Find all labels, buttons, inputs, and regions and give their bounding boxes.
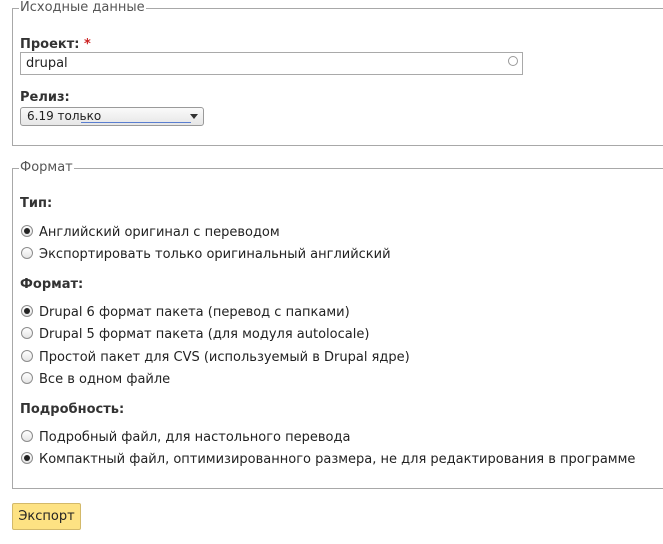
release-select-value: 6.19 только (27, 109, 102, 123)
focus-underline (81, 122, 191, 123)
type-radio-translated[interactable] (21, 225, 33, 237)
format-option-drupal6[interactable]: Drupal 6 формат пакета (перевод с папкам… (39, 305, 350, 321)
format-option-cvs[interactable]: Простой пакет для CVS (используемый в Dr… (39, 350, 410, 366)
project-label-text: Проект: (20, 37, 80, 52)
verbosity-option-verbose[interactable]: Подробный файл, для настольного перевода (39, 430, 350, 446)
format-radio-drupal5[interactable] (21, 327, 33, 339)
format-option-single-file[interactable]: Все в одном файле (39, 372, 170, 388)
required-mark: * (84, 37, 91, 52)
type-label: Тип: (20, 196, 53, 211)
type-option-original[interactable]: Экспортировать только оригинальный англи… (39, 247, 391, 263)
chevron-down-icon (190, 114, 198, 119)
project-input[interactable]: drupal (20, 52, 523, 75)
type-radio-original[interactable] (21, 247, 33, 259)
release-select[interactable]: 6.19 только (20, 107, 204, 126)
format-radio-single-file[interactable] (21, 372, 33, 384)
verbosity-option-compact[interactable]: Компактный файл, оптимизированного разме… (39, 452, 635, 468)
project-label: Проект: * (20, 37, 91, 52)
format-radio-cvs[interactable] (21, 350, 33, 362)
source-legend: Исходные данные (19, 0, 146, 16)
format-radio-drupal6[interactable] (21, 305, 33, 317)
verbosity-label: Подробность: (20, 402, 125, 417)
verbosity-radio-compact[interactable] (21, 452, 33, 464)
format-legend: Формат (19, 160, 74, 176)
verbosity-radio-verbose[interactable] (21, 430, 33, 442)
autocomplete-throbber-icon (508, 56, 518, 66)
release-label: Релиз: (20, 90, 70, 105)
format-option-drupal5[interactable]: Drupal 5 формат пакета (для модуля autol… (39, 327, 369, 343)
format-label: Формат: (20, 277, 84, 292)
export-button[interactable]: Экспорт (12, 503, 81, 530)
type-option-translated[interactable]: Английский оригинал с переводом (39, 225, 280, 241)
